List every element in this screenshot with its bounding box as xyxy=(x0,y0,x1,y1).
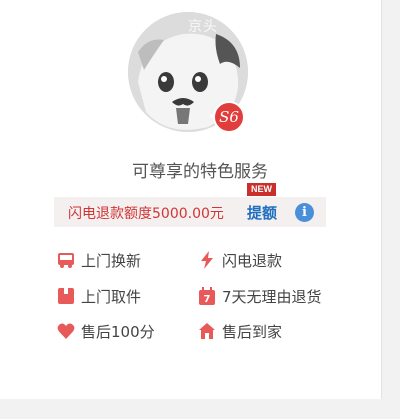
service-item-aftersale-100[interactable]: 售后100分 xyxy=(57,320,155,342)
package-icon xyxy=(58,288,74,304)
service-label: 7天无理由退货 xyxy=(222,287,322,306)
service-label: 上门换新 xyxy=(81,251,142,270)
service-item-7day-return[interactable]: 7 7天无理由退货 xyxy=(198,285,322,307)
service-item-lightning-refund[interactable]: 闪电退款 xyxy=(198,249,282,271)
house-icon xyxy=(199,323,215,339)
service-label: 上门取件 xyxy=(81,287,142,306)
lightning-icon xyxy=(201,251,213,269)
refund-quota-text: 闪电退款额度5000.00元 xyxy=(68,206,224,222)
service-label: 售后100分 xyxy=(81,322,155,341)
info-icon[interactable]: i xyxy=(295,203,314,222)
refund-quota-bar: 闪电退款额度5000.00元 NEW 提额 xyxy=(54,183,326,227)
service-item-home-aftersale[interactable]: 售后到家 xyxy=(198,320,282,342)
service-label: 闪电退款 xyxy=(222,251,283,270)
panel-divider xyxy=(381,0,382,399)
raise-quota-link[interactable]: 提额 xyxy=(247,202,277,223)
avatar-watermark: 京头 xyxy=(188,19,218,35)
page-title: 可尊享的特色服务 xyxy=(132,162,268,182)
level-badge: S6 xyxy=(213,101,245,133)
service-item-home-pickup[interactable]: 上门取件 xyxy=(57,285,141,307)
service-item-home-replacement[interactable]: 上门换新 xyxy=(57,249,141,271)
calendar-7-icon: 7 xyxy=(199,287,215,305)
van-icon xyxy=(58,253,74,268)
svg-text:7: 7 xyxy=(204,294,211,305)
heart-icon xyxy=(57,323,75,339)
service-label: 售后到家 xyxy=(222,322,283,341)
new-tag: NEW xyxy=(247,183,276,196)
